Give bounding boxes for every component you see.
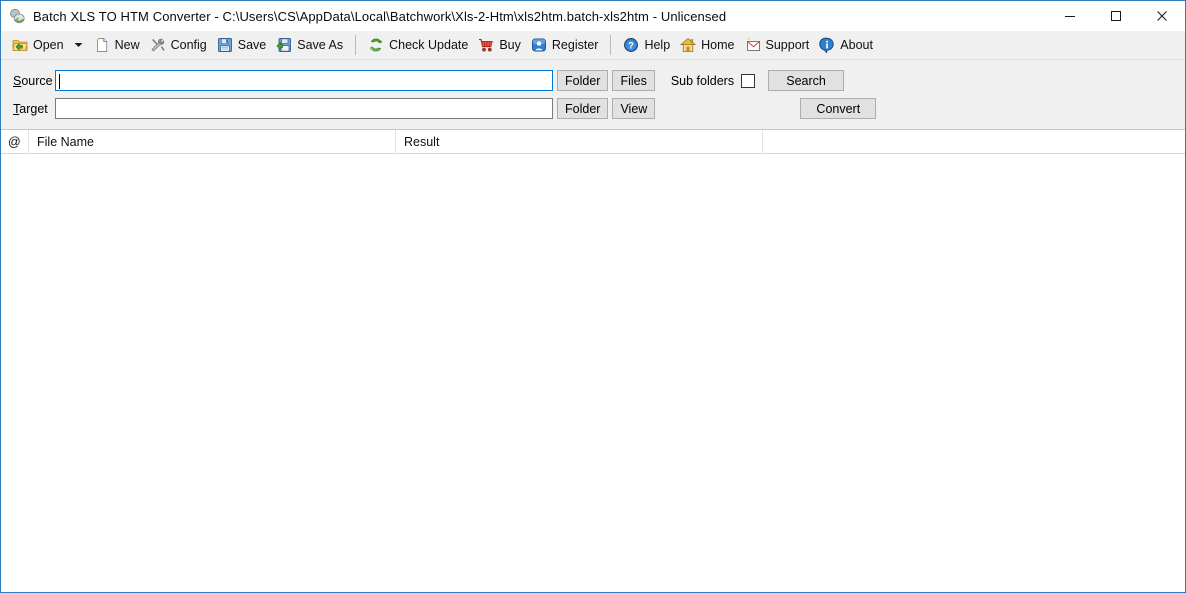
source-input-wrapper[interactable] <box>55 70 553 91</box>
toolbar-label-buy: Buy <box>499 38 521 52</box>
column-header-file-name[interactable]: File Name <box>29 129 396 154</box>
target-input-wrapper[interactable] <box>55 98 553 119</box>
source-folder-button[interactable]: Folder <box>557 70 609 91</box>
about-info-icon <box>819 37 835 54</box>
source-label-rest: ource <box>21 73 53 88</box>
source-input[interactable] <box>59 72 552 89</box>
toolbar-label-save-as: Save As <box>297 38 344 52</box>
source-label: Source <box>13 74 55 88</box>
open-folder-icon <box>12 37 28 53</box>
toolbar-label-support: Support <box>765 38 810 52</box>
target-input[interactable] <box>59 100 552 117</box>
application-window: Batch XLS TO HTM Converter - C:\Users\CS… <box>0 0 1186 593</box>
toolbar-button-save[interactable]: Save <box>212 34 272 57</box>
column-header-filler <box>763 130 1185 154</box>
toolbar-label-register: Register <box>551 38 599 52</box>
register-key-icon <box>531 37 547 53</box>
window-title: Batch XLS TO HTM Converter - C:\Users\CS… <box>33 8 727 24</box>
target-label-rest: arget <box>19 101 48 116</box>
toolbar-label-config: Config <box>170 38 207 52</box>
target-row: Target Folder View Convert <box>1 97 1185 120</box>
toolbar-label-new: New <box>114 38 140 52</box>
main-toolbar: Open New Config Save Save As Check Updat… <box>1 31 1185 60</box>
convert-button[interactable]: Convert <box>800 98 877 119</box>
toolbar-separator-2 <box>610 35 612 55</box>
source-files-button[interactable]: Files <box>612 70 655 91</box>
file-list-view[interactable]: @ File Name Result <box>1 129 1185 592</box>
home-house-icon <box>680 37 697 53</box>
toolbar-button-buy[interactable]: Buy <box>473 34 526 57</box>
source-target-panel: Source Folder Files Sub folders Search T… <box>1 60 1185 130</box>
column-header-at[interactable]: @ <box>1 129 29 154</box>
toolbar-button-home[interactable]: Home <box>675 34 739 57</box>
toolbar-label-save: Save <box>237 38 267 52</box>
save-as-floppy-icon <box>276 37 292 53</box>
source-row: Source Folder Files Sub folders Search <box>1 69 1185 92</box>
support-envelope-icon <box>745 37 761 53</box>
toolbar-label-open: Open <box>33 38 64 52</box>
toolbar-button-help[interactable]: ? Help <box>618 34 675 57</box>
text-caret <box>59 74 60 89</box>
shopping-cart-icon <box>478 37 494 53</box>
title-bar: Batch XLS TO HTM Converter - C:\Users\CS… <box>1 1 1185 31</box>
target-folder-button[interactable]: Folder <box>557 98 609 119</box>
toolbar-button-register[interactable]: Register <box>526 34 604 57</box>
sub-folders-label: Sub folders <box>670 73 735 88</box>
toolbar-button-check-update[interactable]: Check Update <box>363 34 473 57</box>
help-question-icon: ? <box>623 37 639 53</box>
svg-text:?: ? <box>629 41 635 51</box>
target-view-button[interactable]: View <box>612 98 656 119</box>
maximize-button[interactable] <box>1093 1 1139 31</box>
toolbar-separator-1 <box>355 35 357 55</box>
toolbar-label-check-update: Check Update <box>389 38 469 52</box>
toolbar-label-about: About <box>840 38 873 52</box>
toolbar-button-about[interactable]: About <box>814 34 878 57</box>
toolbar-label-home: Home <box>701 38 735 52</box>
toolbar-label-help: Help <box>644 38 671 52</box>
target-label: Target <box>13 102 55 116</box>
app-icon <box>8 7 26 25</box>
window-controls <box>1047 1 1185 31</box>
toolbar-button-support[interactable]: Support <box>740 34 815 57</box>
config-tools-icon <box>150 37 166 53</box>
toolbar-button-save-as[interactable]: Save As <box>271 34 348 57</box>
open-dropdown-chevron-down-icon[interactable] <box>71 34 87 57</box>
search-button[interactable]: Search <box>768 70 845 91</box>
minimize-button[interactable] <box>1047 1 1093 31</box>
toolbar-button-new[interactable]: New <box>89 34 145 57</box>
file-list-header: @ File Name Result <box>1 129 1185 154</box>
sub-folders-checkbox[interactable] <box>741 73 756 88</box>
toolbar-button-config[interactable]: Config <box>145 34 212 57</box>
save-floppy-icon <box>217 37 233 53</box>
close-button[interactable] <box>1139 1 1185 31</box>
new-document-icon <box>94 37 110 53</box>
file-list-body[interactable] <box>1 154 1185 592</box>
toolbar-button-open[interactable]: Open <box>7 34 69 57</box>
refresh-update-icon <box>368 37 384 53</box>
column-header-result[interactable]: Result <box>396 129 763 154</box>
